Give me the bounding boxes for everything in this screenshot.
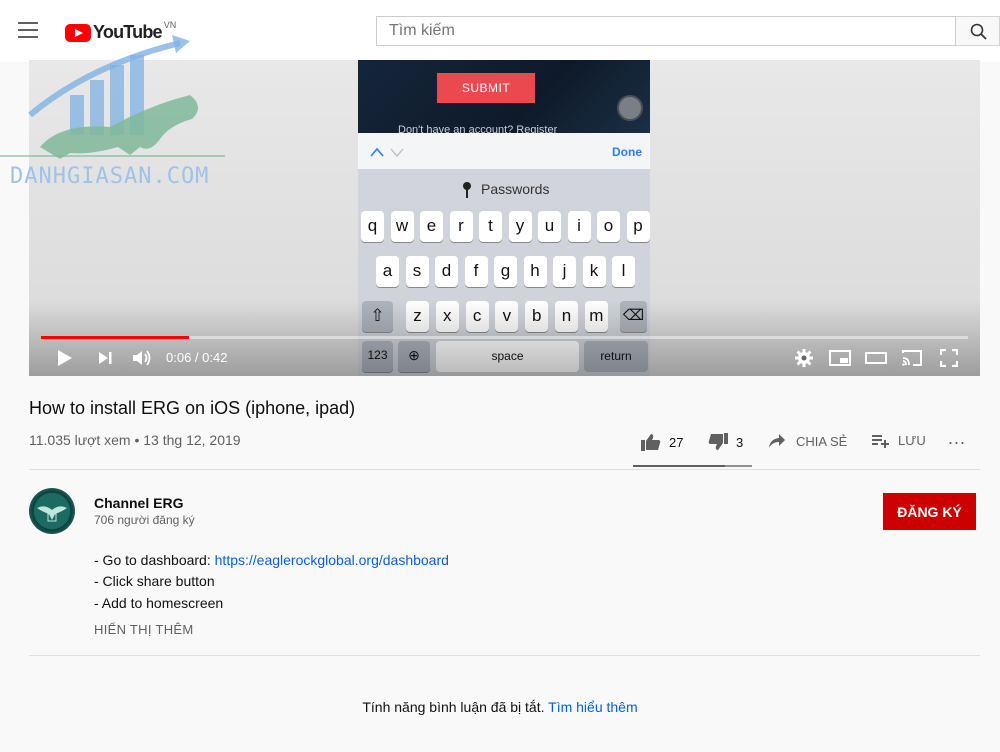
next-icon[interactable] (98, 349, 114, 367)
thumbs-up-icon (641, 434, 661, 451)
divider (29, 469, 980, 470)
search-icon (970, 23, 987, 40)
key-h: h (523, 256, 547, 287)
key-f: f (464, 256, 488, 287)
channel-avatar[interactable] (29, 488, 75, 534)
share-icon (769, 434, 785, 448)
key-g: g (494, 256, 517, 287)
meta-separator: • (130, 432, 144, 448)
comments-disabled-notice: Tính năng bình luận đã bị tắt. Tìm hiểu … (0, 699, 1000, 715)
theater-mode-icon[interactable] (865, 349, 887, 367)
subscriber-count: 706 người đăng ký (94, 513, 195, 527)
description-line-3: - Add to homescreen (94, 595, 224, 611)
progress-bar[interactable] (41, 336, 968, 339)
like-ratio-fill (633, 465, 725, 467)
channel-name[interactable]: Channel ERG (94, 495, 183, 511)
video-meta: 11.035 lượt xem • 13 thg 12, 2019 (29, 432, 241, 448)
key-i: i (567, 211, 591, 242)
submit-button-in-video: SUBMIT (437, 73, 535, 103)
like-button[interactable]: 27 (641, 433, 683, 451)
comments-disabled-text: Tính năng bình luận đã bị tắt. (362, 699, 545, 715)
upload-date: 13 thg 12, 2019 (143, 432, 241, 448)
key-e: e (420, 211, 443, 242)
show-more-button[interactable]: HIỂN THỊ THÊM (94, 622, 193, 637)
description-line-1: - Go to dashboard: https://eaglerockglob… (94, 552, 449, 568)
dislike-count: 3 (736, 434, 744, 450)
assistive-touch-icon (617, 95, 643, 121)
video-title: How to install ERG on iOS (iphone, ipad) (29, 398, 356, 418)
eagle-emblem-icon (37, 506, 67, 522)
key-a: a (376, 256, 399, 287)
share-label: CHIA SẺ (796, 433, 848, 449)
dashboard-link[interactable]: https://eaglerockglobal.org/dashboard (215, 552, 449, 568)
search-button[interactable] (956, 16, 1000, 46)
key-icon (463, 182, 471, 198)
save-label: LƯU (898, 433, 926, 448)
miniplayer-icon[interactable] (829, 349, 851, 367)
time-separator: / (191, 350, 203, 365)
like-ratio-bar (633, 465, 752, 467)
settings-gear-icon[interactable] (795, 349, 813, 367)
divider (29, 655, 980, 656)
key-j: j (553, 256, 576, 287)
description-line-1-text: - Go to dashboard: (94, 552, 215, 568)
key-p: p (626, 211, 650, 242)
key-q: q (361, 211, 384, 242)
search-input[interactable] (376, 16, 956, 46)
done-label: Done (612, 145, 642, 159)
logo-country: VN (163, 19, 177, 30)
time-total: 0:42 (202, 350, 228, 365)
share-button[interactable]: CHIA SẺ (768, 433, 847, 449)
dislike-button[interactable]: 3 (708, 433, 743, 451)
watermark-text: DANHGIASAN.COM (10, 164, 210, 189)
more-actions-icon[interactable]: ... (948, 428, 966, 449)
chevron-up-down-icon (370, 147, 404, 158)
view-count: 11.035 lượt xem (29, 432, 131, 448)
key-l: l (612, 256, 635, 287)
key-d: d (435, 256, 458, 287)
save-button[interactable]: LƯU (872, 433, 926, 448)
subscribe-button[interactable]: ĐĂNG KÝ (883, 493, 976, 530)
add-to-playlist-icon (872, 434, 889, 448)
cast-icon[interactable] (901, 349, 923, 367)
key-w: w (390, 211, 414, 242)
thumbs-down-icon (708, 433, 728, 450)
play-icon[interactable] (57, 349, 73, 367)
volume-icon[interactable] (132, 349, 152, 367)
key-k: k (582, 256, 606, 287)
key-t: t (479, 211, 502, 242)
key-y: y (508, 211, 532, 242)
time-current: 0:06 (166, 350, 192, 365)
key-u: u (538, 211, 561, 242)
description-line-2: - Click share button (94, 573, 215, 589)
progress-played (41, 336, 190, 339)
like-count: 27 (669, 434, 684, 450)
fullscreen-icon[interactable] (940, 349, 958, 367)
key-r: r (449, 211, 473, 242)
key-o: o (597, 211, 620, 242)
key-s: s (405, 256, 429, 287)
passwords-label: Passwords (481, 181, 550, 197)
time-display: 0:06 / 0:42 (166, 350, 227, 365)
learn-more-link[interactable]: Tìm hiểu thêm (548, 699, 637, 715)
